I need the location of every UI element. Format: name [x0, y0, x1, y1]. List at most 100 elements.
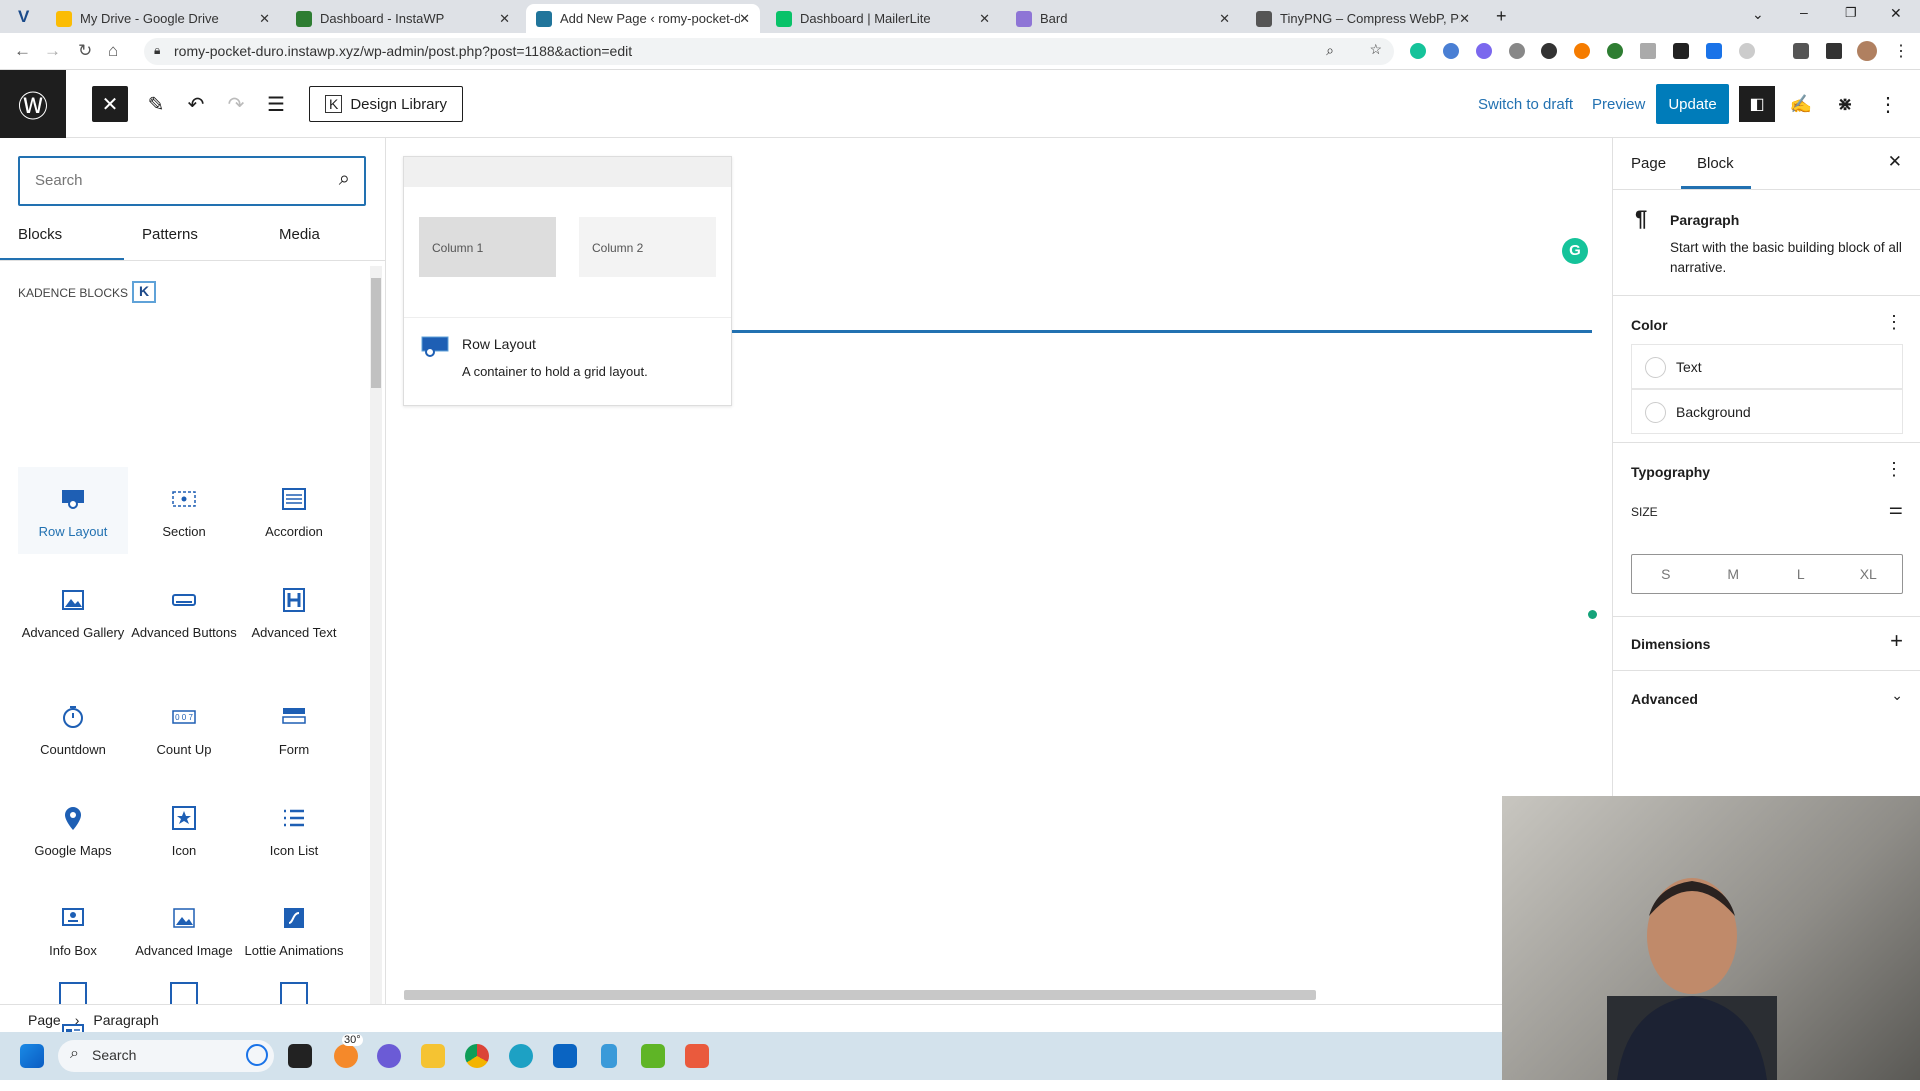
close-window-button[interactable]: ✕ — [1890, 5, 1902, 22]
font-size-picker[interactable]: S M L XL — [1631, 554, 1903, 594]
undo-icon[interactable]: ↶ — [184, 86, 208, 122]
task-view-icon[interactable] — [288, 1044, 312, 1068]
background-color-button[interactable]: Background — [1631, 389, 1903, 434]
tab-blocks[interactable]: Blocks — [18, 226, 62, 243]
block-item-google-maps[interactable]: Google Maps — [18, 786, 128, 873]
close-inserter-button[interactable]: ✕ — [92, 86, 128, 122]
browser-tab[interactable]: TinyPNG – Compress WebP, PNG ✕ — [1246, 4, 1480, 33]
block-item-count-up[interactable]: 0 0 7 Count Up — [129, 685, 239, 772]
extension-icon[interactable] — [1739, 43, 1755, 59]
update-button[interactable]: Update — [1656, 84, 1729, 124]
bookmark-star-icon[interactable]: ☆ — [1369, 41, 1382, 58]
restore-button[interactable]: ❐ — [1845, 5, 1857, 21]
extension-icon[interactable] — [1574, 43, 1590, 59]
grammarly-extension-icon[interactable] — [1410, 43, 1426, 59]
tab-patterns[interactable]: Patterns — [142, 226, 198, 243]
chevron-down-icon[interactable]: ⌄ — [1891, 687, 1903, 704]
extension-icon[interactable] — [1607, 43, 1623, 59]
block-search-input[interactable]: Search ⌕ — [18, 156, 366, 206]
taskbar-search[interactable]: ⌕ Search — [58, 1040, 274, 1072]
typography-heading[interactable]: Typography — [1631, 464, 1710, 480]
block-item-form[interactable]: Form — [239, 685, 349, 772]
block-icon-partial[interactable] — [280, 982, 308, 1004]
list-view-icon[interactable]: ☰ — [264, 86, 288, 122]
switch-to-draft-button[interactable]: Switch to draft — [1478, 96, 1573, 113]
file-explorer-icon[interactable] — [421, 1044, 445, 1068]
block-item-row-layout[interactable]: Row Layout — [18, 467, 128, 554]
size-option[interactable]: M — [1700, 555, 1768, 593]
lock-icon[interactable]: 🔒︎ — [154, 43, 160, 58]
close-tab-icon[interactable]: ✕ — [1219, 11, 1230, 27]
reload-icon[interactable]: ↻ — [78, 41, 92, 61]
custom-size-icon[interactable]: ⚌ — [1889, 499, 1903, 519]
zoom-icon[interactable]: ⌕ — [1326, 42, 1334, 59]
breadcrumb-page[interactable]: Page — [28, 1012, 61, 1028]
block-item-accordion[interactable]: Accordion — [239, 467, 349, 554]
grammarly-icon[interactable]: G — [1562, 238, 1588, 264]
browser-tab[interactable]: My Drive - Google Drive ✕ — [46, 4, 280, 33]
extension-icon[interactable] — [1476, 43, 1492, 59]
advanced-panel[interactable]: Advanced ⌄ — [1613, 670, 1920, 724]
vivaldi-icon[interactable]: V — [18, 7, 29, 27]
close-tab-icon[interactable]: ✕ — [259, 11, 270, 27]
tab-media[interactable]: Media — [279, 226, 320, 243]
block-item-countdown[interactable]: Countdown — [18, 685, 128, 772]
tab-page[interactable]: Page — [1631, 155, 1666, 172]
extension-icon[interactable] — [1541, 43, 1557, 59]
profile-avatar[interactable] — [1857, 41, 1877, 61]
wordpress-logo-icon[interactable]: Ⓦ — [0, 70, 66, 138]
minimize-button[interactable]: – — [1800, 4, 1808, 20]
redo-icon[interactable]: ↷ — [224, 86, 248, 122]
options-menu-icon[interactable]: ⋮ — [1876, 86, 1900, 122]
breadcrumb-paragraph[interactable]: Paragraph — [93, 1012, 158, 1028]
block-icon-partial[interactable] — [170, 982, 198, 1004]
url-input[interactable]: romy-pocket-duro.instawp.xyz/wp-admin/po… — [144, 38, 1394, 65]
back-icon[interactable]: ← — [14, 41, 31, 61]
notepad-icon[interactable] — [601, 1044, 617, 1068]
tab-block[interactable]: Block — [1697, 155, 1734, 172]
browser-tab[interactable]: Bard ✕ — [1006, 4, 1240, 33]
close-sidebar-icon[interactable]: ✕ — [1888, 152, 1902, 172]
size-option[interactable]: XL — [1835, 555, 1903, 593]
design-library-button[interactable]: K Design Library — [309, 86, 463, 122]
block-item-advanced-gallery[interactable]: Advanced Gallery — [18, 568, 128, 655]
extension-icon[interactable] — [1640, 43, 1656, 59]
tools-pencil-icon[interactable]: ✎ — [144, 86, 168, 122]
chrome-icon[interactable] — [465, 1044, 489, 1068]
block-item-icon[interactable]: Icon — [129, 786, 239, 873]
block-item-advanced-text[interactable]: Advanced Text — [239, 568, 349, 655]
tab-search-icon[interactable]: ⌄ — [1752, 6, 1764, 23]
horizontal-scrollbar[interactable] — [404, 990, 1316, 1000]
extension-icon[interactable] — [1443, 43, 1459, 59]
camtasia-recorder-icon[interactable] — [685, 1044, 709, 1068]
edge-icon[interactable] — [509, 1044, 533, 1068]
preview-button[interactable]: Preview — [1592, 96, 1645, 113]
forward-icon[interactable]: → — [44, 41, 61, 61]
block-item-advanced-image[interactable]: Advanced Image — [129, 886, 239, 973]
editor-toggle-icon[interactable]: ✍ — [1786, 86, 1816, 122]
browser-tab[interactable]: Dashboard | MailerLite ✕ — [766, 4, 1000, 33]
close-tab-icon[interactable]: ✕ — [979, 11, 990, 27]
close-tab-icon[interactable]: ✕ — [499, 11, 510, 27]
plus-icon[interactable]: + — [1890, 628, 1903, 654]
browser-menu-icon[interactable]: ⋮ — [1893, 41, 1909, 61]
extension-icon[interactable] — [1706, 43, 1722, 59]
block-item-section[interactable]: Section — [129, 467, 239, 554]
dimensions-panel[interactable]: Dimensions + — [1613, 616, 1920, 670]
settings-sidebar-toggle[interactable]: ◧ — [1739, 86, 1775, 122]
block-item-lottie-animations[interactable]: Lottie Animations — [239, 886, 349, 973]
extension-icon[interactable] — [1509, 43, 1525, 59]
block-item-info-box[interactable]: Info Box — [18, 886, 128, 973]
camtasia-icon[interactable] — [641, 1044, 665, 1068]
bing-icon[interactable] — [246, 1044, 268, 1066]
size-option[interactable]: L — [1767, 555, 1835, 593]
kadence-controls-icon[interactable]: ⋇ — [1830, 86, 1860, 122]
windows-start-icon[interactable] — [20, 1044, 44, 1068]
teams-icon[interactable] — [377, 1044, 401, 1068]
new-tab-button[interactable]: + — [1496, 6, 1507, 27]
close-tab-icon[interactable]: ✕ — [739, 11, 750, 27]
extension-icon[interactable] — [1673, 43, 1689, 59]
extensions-puzzle-icon[interactable] — [1793, 43, 1809, 59]
sidebar-toggle-icon[interactable] — [1826, 43, 1842, 59]
browser-tab[interactable]: Add New Page ‹ romy-pocket-du ✕ — [526, 4, 760, 33]
